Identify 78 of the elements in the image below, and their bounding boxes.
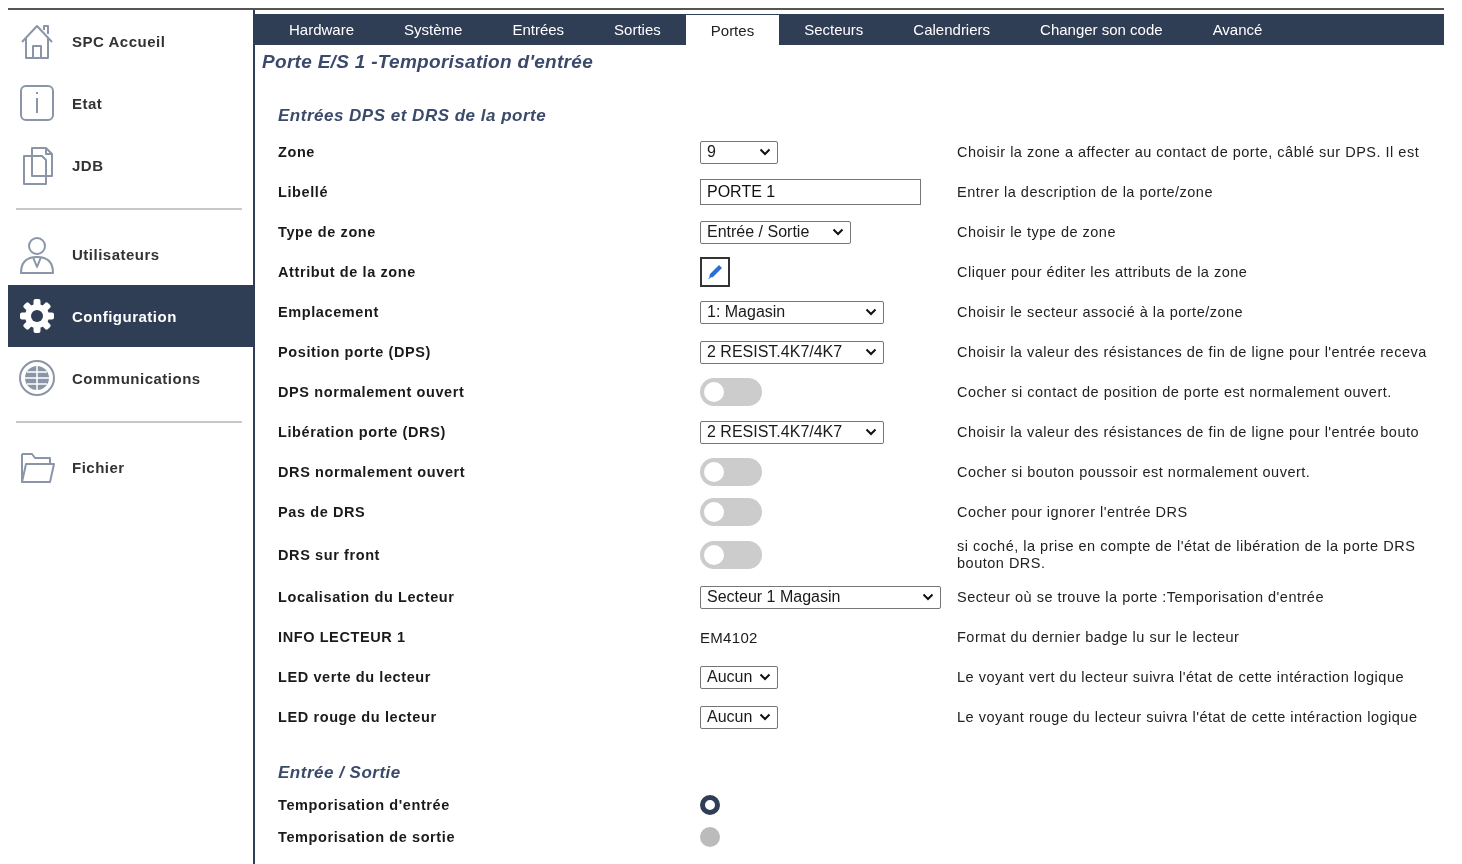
section-heading: Entrée / Sortie [278, 763, 402, 783]
sidebar-item[interactable]: SPC Accueil [8, 10, 253, 72]
dropdown[interactable]: 2 RESIST.4K7/4K7 [700, 420, 884, 444]
dropdown[interactable]: Aucun [700, 705, 778, 729]
field-label: DRS normalement ouvert [278, 464, 467, 480]
tab[interactable]: Secteurs [779, 14, 889, 45]
radio-button[interactable] [700, 795, 720, 815]
caret-icon [759, 713, 771, 721]
field-description: Format du dernier badge lu sur le lecteur [957, 628, 1241, 646]
toggle-switch[interactable] [700, 378, 762, 406]
field-description: Cocher si bouton poussoir est normalement ouvert. [957, 463, 1312, 481]
globe-icon [18, 357, 56, 399]
sidebar-item[interactable]: JDB [8, 134, 253, 196]
edit-button[interactable] [700, 257, 730, 287]
field-description: Choisir le secteur associé à la porte/zone [957, 303, 1245, 321]
field-label: Pas de DRS [278, 504, 367, 520]
field-description: Le voyant vert du lecteur suivra l'état de cette intéraction logique [957, 668, 1406, 686]
dropdown[interactable]: 1: Magasin [700, 300, 884, 324]
field-description: Cliquer pour éditer les attributs de la zone [957, 263, 1249, 281]
toggle-switch[interactable] [700, 540, 762, 569]
field-description: Secteur où se trouve la porte :Temporisation d'entrée [957, 588, 1325, 606]
field-description: Choisir le type de zone [957, 223, 1117, 241]
field-label: LED verte du lecteur [278, 669, 432, 685]
text-field[interactable]: PORTE 1 [700, 179, 921, 205]
field-label: Emplacement [278, 304, 380, 320]
sidebar-item[interactable]: Configuration [8, 285, 253, 347]
caret-icon [865, 308, 877, 316]
field-label: Localisation du Lecteur [278, 589, 456, 605]
field-label: Zone [278, 144, 317, 160]
caret-icon [865, 348, 877, 356]
dropdown[interactable]: 9 [700, 140, 778, 164]
caret-icon [922, 593, 934, 601]
dropdown[interactable]: Entrée / Sortie [700, 220, 851, 244]
toggle-switch[interactable] [700, 458, 762, 486]
field-description: Entrer la description de la porte/zone [957, 183, 1214, 201]
field-description: Cocher pour ignorer l'entrée DRS [957, 503, 1189, 521]
toggle-switch[interactable] [700, 498, 762, 526]
field-description: Choisir la valeur des résistances de fin de ligne pour l'entrée receva [957, 343, 1428, 361]
field-label: DPS normalement ouvert [278, 384, 466, 400]
dropdown[interactable]: 2 RESIST.4K7/4K7 [700, 340, 884, 364]
sidebar-item[interactable]: Etat [8, 72, 253, 134]
page-title: Porte E/S 1 -Temporisation d'entrée [262, 51, 595, 73]
tab[interactable]: Hardware [264, 14, 380, 45]
caret-icon [832, 228, 844, 236]
field-label: Type de zone [278, 224, 377, 240]
field-label: DRS sur front [278, 546, 382, 563]
field-label: Position porte (DPS) [278, 344, 432, 360]
sidebar-item[interactable]: Utilisateurs [8, 223, 253, 285]
field-label: Libération porte (DRS) [278, 424, 447, 440]
section-heading: Entrées DPS et DRS de la porte [278, 106, 548, 126]
field-label: Temporisation de sortie [278, 829, 457, 845]
caret-icon [759, 673, 771, 681]
radio-button[interactable] [700, 827, 720, 847]
info-icon [18, 82, 56, 124]
tab[interactable]: Système [379, 14, 488, 45]
field-value: EM4102 [700, 628, 758, 646]
field-label: Temporisation d'entrée [278, 797, 451, 813]
field-label: INFO LECTEUR 1 [278, 629, 407, 645]
field-label: Attribut de la zone [278, 264, 417, 280]
caret-icon [759, 148, 771, 156]
tab[interactable]: Calendriers [888, 14, 1016, 45]
sidebar-item[interactable]: Fichier [8, 436, 253, 498]
field-description: Choisir la zone a affecter au contact de porte, câblé sur DPS. Il est [957, 143, 1421, 161]
tab[interactable]: Entrées [487, 14, 590, 45]
field-label: Libellé [278, 184, 330, 200]
field-description: si coché, la prise en compte de l'état de libération de la porte DRS bouton DRS. [957, 537, 1417, 572]
sidebar-item[interactable]: Communications [8, 347, 253, 409]
caret-icon [865, 428, 877, 436]
tab[interactable]: Portes [685, 15, 780, 45]
tab[interactable]: Sorties [589, 14, 686, 45]
dropdown[interactable]: Secteur 1 Magasin [700, 585, 941, 609]
dropdown[interactable]: Aucun [700, 665, 778, 689]
tab[interactable]: Avancé [1187, 14, 1288, 45]
field-label: LED rouge du lecteur [278, 709, 438, 725]
field-description: Choisir la valeur des résistances de fin de ligne pour l'entrée bouto [957, 423, 1421, 441]
field-description: Cocher si contact de position de porte est normalement ouvert. [957, 383, 1393, 401]
tab[interactable]: Changer son code [1015, 14, 1188, 45]
field-description: Le voyant rouge du lecteur suivra l'état de cette intéraction logique [957, 708, 1419, 726]
